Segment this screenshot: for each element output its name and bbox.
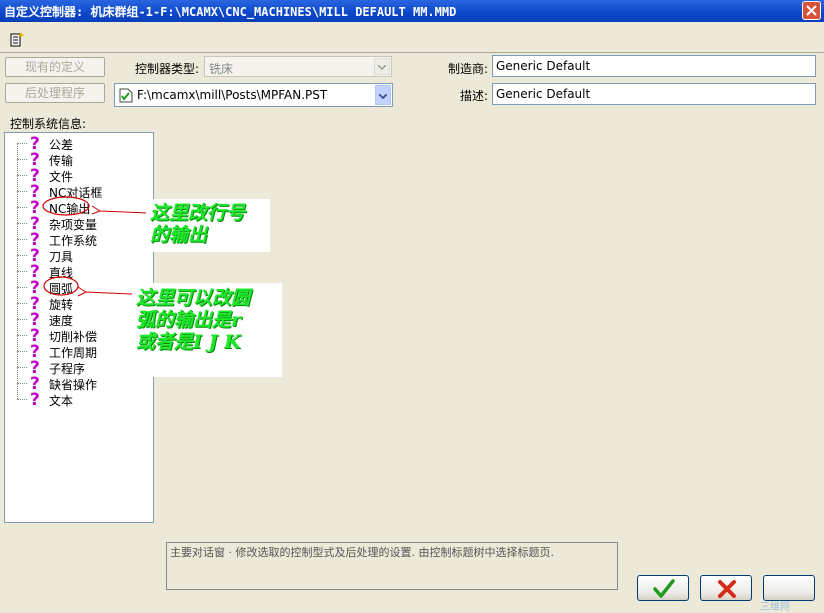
cancel-x-icon — [718, 580, 736, 598]
checkmark-icon — [653, 579, 675, 598]
circle-mark-nc-output — [42, 196, 90, 216]
status-description-box: 主要对话窗 · 修改选取的控制型式及后处理的设置. 由控制标题树中选择标题页. — [166, 542, 618, 590]
circle-mark-arc — [43, 276, 79, 296]
note1-line2: 的输出 — [150, 224, 208, 246]
note2-line3: 或者是I J K — [136, 331, 241, 353]
note2-line2: 弧的输出是r — [136, 309, 242, 331]
note2-line1: 这里可以改圆 — [136, 287, 251, 309]
note1-line1: 这里改行号 — [150, 202, 246, 224]
cancel-button[interactable] — [700, 575, 752, 601]
annotation-note-2: 这里可以改圆 弧的输出是r 或者是I J K — [132, 283, 282, 377]
arrow-line-2 — [77, 286, 133, 297]
watermark: 三维网 — [760, 602, 790, 613]
status-text: 主要对话窗 · 修改选取的控制型式及后处理的设置. 由控制标题树中选择标题页. — [170, 546, 554, 559]
ok-button[interactable] — [637, 575, 689, 601]
arrow-line-1 — [91, 205, 149, 215]
annotation-note-1: 这里改行号 的输出 — [146, 199, 270, 252]
annotation-overlay — [42, 196, 149, 297]
